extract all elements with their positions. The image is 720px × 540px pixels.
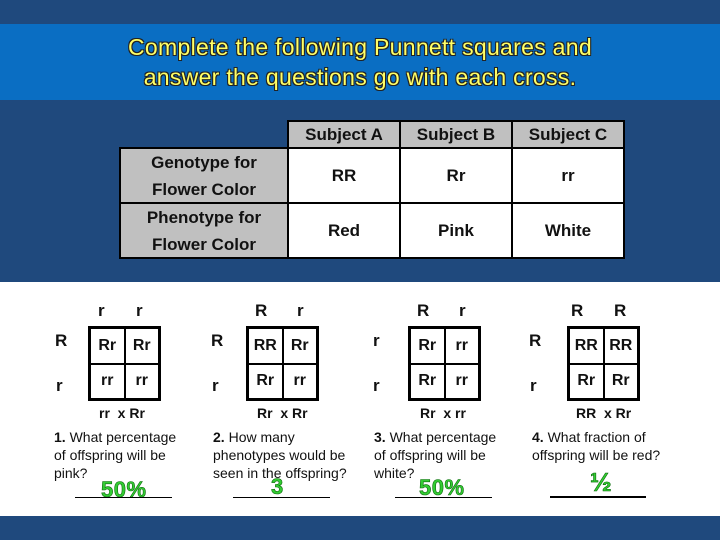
offspring-cell: Rr — [410, 328, 445, 364]
offspring-cell: rr — [444, 328, 479, 364]
offspring-cell: Rr — [569, 363, 604, 399]
question-number: 4. — [532, 429, 544, 445]
top-allele: r — [98, 301, 105, 320]
footer-band — [0, 516, 720, 540]
offspring-cell: Rr — [124, 328, 159, 364]
question-1: 1. What percentage of offspring will be … — [54, 428, 182, 482]
punnett-grid: RR RR Rr Rr — [567, 326, 640, 401]
phenotype-subject-a: Red — [287, 202, 401, 259]
column-header-subject-b: Subject B — [399, 120, 513, 149]
cross-label: RR x Rr — [576, 405, 632, 421]
punnett-grid: Rr rr Rr rr — [408, 326, 481, 401]
top-allele: R — [255, 301, 268, 320]
row-label-phenotype-line1: Phenotype for — [146, 207, 262, 227]
cross-label: Rr x Rr — [257, 405, 308, 421]
side-allele: R — [529, 331, 542, 350]
title-line-2: answer the questions go with each cross. — [143, 64, 577, 90]
top-allele: r — [136, 301, 143, 320]
question-4: 4. What fraction of offspring will be re… — [532, 428, 672, 464]
question-number: 3. — [374, 429, 386, 445]
top-allele: R — [614, 301, 627, 320]
column-header-subject-a: Subject A — [287, 120, 401, 149]
offspring-cell: rr — [124, 363, 159, 399]
side-allele: r — [373, 376, 380, 395]
question-text: What percentage of offspring will be whi… — [374, 429, 497, 481]
question-text: What percentage of offspring will be pin… — [54, 429, 177, 481]
offspring-cell: rr — [282, 363, 317, 399]
offspring-cell: RR — [248, 328, 283, 364]
side-allele: r — [56, 376, 63, 395]
question-text: What fraction of offspring will be red? — [532, 429, 661, 463]
row-label-genotype-line1: Genotype for — [151, 152, 257, 172]
answer-blank-4 — [550, 496, 646, 498]
title-line-1: Complete the following Punnett squares a… — [128, 34, 592, 60]
row-label-phenotype-line2: Flower Color — [152, 234, 256, 254]
genotype-subject-b: Rr — [399, 147, 513, 204]
row-label-genotype: Genotype for Flower Color — [119, 147, 289, 204]
genotype-subject-a: RR — [287, 147, 401, 204]
top-allele: r — [297, 301, 304, 320]
genotype-subject-c: rr — [511, 147, 625, 204]
answer-blank-1 — [75, 497, 172, 498]
punnett-grid: Rr Rr rr rr — [88, 326, 161, 401]
question-number: 2. — [213, 429, 225, 445]
offspring-cell: Rr — [90, 328, 125, 364]
answer-4: ½ — [590, 467, 613, 498]
offspring-cell: rr — [90, 363, 125, 399]
question-number: 1. — [54, 429, 66, 445]
cross-label: rr x Rr — [99, 405, 145, 421]
answer-blank-3 — [395, 497, 492, 498]
side-allele: r — [212, 376, 219, 395]
punnett-grid: RR Rr Rr rr — [246, 326, 319, 401]
row-label-phenotype: Phenotype for Flower Color — [119, 202, 289, 259]
top-allele: r — [459, 301, 466, 320]
answer-1: 50% — [101, 477, 147, 503]
offspring-cell: Rr — [410, 363, 445, 399]
side-allele: r — [373, 331, 380, 350]
cross-label: Rr x rr — [420, 405, 466, 421]
top-allele: R — [571, 301, 584, 320]
offspring-cell: Rr — [282, 328, 317, 364]
question-3: 3. What percentage of offspring will be … — [374, 428, 502, 482]
side-allele: R — [55, 331, 68, 350]
phenotype-subject-c: White — [511, 202, 625, 259]
side-allele: R — [211, 331, 224, 350]
offspring-cell: RR — [603, 328, 638, 364]
side-allele: r — [530, 376, 537, 395]
answer-blank-2 — [233, 497, 330, 498]
row-label-genotype-line2: Flower Color — [152, 179, 256, 199]
offspring-cell: RR — [569, 328, 604, 364]
offspring-cell: Rr — [248, 363, 283, 399]
question-2: 2. How many phenotypes would be seen in … — [213, 428, 363, 482]
offspring-cell: Rr — [603, 363, 638, 399]
offspring-cell: rr — [444, 363, 479, 399]
phenotype-subject-b: Pink — [399, 202, 513, 259]
top-allele: R — [417, 301, 430, 320]
title-banner: Complete the following Punnett squares a… — [0, 24, 720, 100]
column-header-subject-c: Subject C — [511, 120, 625, 149]
